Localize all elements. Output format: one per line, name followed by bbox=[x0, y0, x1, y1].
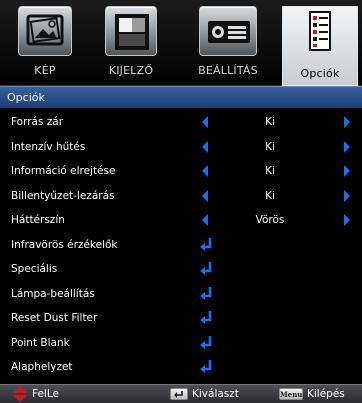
menu-key-icon: Menu bbox=[279, 388, 303, 400]
hint-select-label: Kiválaszt bbox=[192, 388, 239, 400]
option-row-reset-dust-filter[interactable]: Reset Dust Filter bbox=[0, 306, 362, 331]
option-row-alaphelyzet[interactable]: Alaphelyzet bbox=[0, 355, 362, 380]
arrow-left-icon[interactable] bbox=[200, 184, 210, 208]
option-label: Lámpa-beállítás bbox=[11, 287, 95, 300]
tab-beallitas[interactable]: BEÁLLÍTÁS bbox=[186, 6, 270, 82]
tab-kijelzo[interactable]: KIJELZŐ bbox=[94, 6, 168, 82]
option-value: Ki bbox=[265, 116, 275, 128]
tab-icon-frame bbox=[294, 6, 346, 56]
option-label: Point Blank bbox=[11, 336, 70, 349]
enter-icon[interactable] bbox=[198, 257, 214, 281]
option-value: Ki bbox=[265, 165, 275, 177]
arrow-right-icon[interactable] bbox=[342, 110, 352, 134]
option-row-hatterszin[interactable]: Háttérszín Vörös bbox=[0, 208, 362, 233]
arrow-right-icon[interactable] bbox=[342, 208, 352, 232]
tab-icon-frame bbox=[18, 6, 72, 56]
hint-updown: FelLe bbox=[4, 385, 84, 403]
option-row-point-blank[interactable]: Point Blank bbox=[0, 331, 362, 356]
option-row-lampa-beallitas[interactable]: Lámpa-beállítás bbox=[0, 282, 362, 307]
hint-updown-label: FelLe bbox=[32, 388, 59, 400]
option-label: Infravörös érzékelők bbox=[11, 238, 118, 251]
arrow-right-icon[interactable] bbox=[342, 184, 352, 208]
option-value: Ki bbox=[265, 140, 275, 153]
arrow-left-icon[interactable] bbox=[200, 110, 210, 134]
enter-icon[interactable] bbox=[198, 331, 214, 355]
option-label: Forrás zár bbox=[11, 116, 64, 128]
tab-icon-frame bbox=[105, 6, 157, 56]
tab-icon-frame bbox=[199, 6, 257, 56]
tab-label: KIJELZŐ bbox=[108, 64, 154, 77]
option-row-forras-zar[interactable]: Forrás zár Ki bbox=[0, 110, 362, 135]
arrow-left-icon[interactable] bbox=[200, 208, 210, 232]
tab-label: KÉP bbox=[34, 64, 56, 77]
option-label: Billentyűzet-lezárás bbox=[11, 189, 115, 202]
option-label: Alaphelyzet bbox=[11, 361, 73, 373]
option-value: Ki bbox=[265, 189, 275, 202]
menu-key-label: Menu bbox=[280, 390, 303, 399]
option-row-intenziv-hutes[interactable]: Intenzív hűtés Ki bbox=[0, 135, 362, 160]
option-row-informacio-elrejtese[interactable]: Információ elrejtése Ki bbox=[0, 159, 362, 184]
options-list-icon bbox=[309, 11, 331, 51]
enter-icon[interactable] bbox=[198, 355, 214, 379]
option-label: Háttérszín bbox=[11, 214, 65, 226]
tab-opciok[interactable]: Opciók bbox=[282, 6, 358, 86]
option-row-billentyuzet-lezaras[interactable]: Billentyűzet-lezárás Ki bbox=[0, 184, 362, 209]
up-down-arrows-icon bbox=[13, 386, 27, 402]
arrow-right-icon[interactable] bbox=[342, 135, 352, 159]
display-icon bbox=[115, 14, 149, 50]
bottom-help-bar: FelLe Kiválaszt Menu Kilépés bbox=[0, 384, 362, 403]
option-label: Információ elrejtése bbox=[11, 165, 116, 177]
hint-exit: Menu Kilépés bbox=[279, 385, 359, 403]
hint-exit-label: Kilépés bbox=[307, 388, 345, 400]
option-value: Vörös bbox=[255, 214, 285, 226]
menu-tab-bar: KÉP KIJELZŐ BEÁLLÍTÁS Opciók bbox=[0, 0, 362, 86]
tab-kep[interactable]: KÉP bbox=[8, 6, 82, 82]
enter-icon[interactable] bbox=[198, 306, 214, 330]
hint-select: Kiválaszt bbox=[170, 385, 270, 403]
arrow-right-icon[interactable] bbox=[342, 159, 352, 183]
enter-key-icon bbox=[170, 388, 188, 400]
option-label: Reset Dust Filter bbox=[11, 312, 98, 324]
option-row-specialis[interactable]: Speciális bbox=[0, 257, 362, 282]
option-label: Speciális bbox=[11, 263, 58, 275]
arrow-left-icon[interactable] bbox=[200, 135, 210, 159]
tab-label: Opciók bbox=[300, 67, 340, 80]
enter-icon[interactable] bbox=[198, 282, 214, 306]
option-label: Intenzív hűtés bbox=[11, 140, 86, 153]
projector-icon bbox=[208, 21, 250, 43]
option-row-infravoros-erzekelok[interactable]: Infravörös érzékelők bbox=[0, 233, 362, 258]
arrow-left-icon[interactable] bbox=[200, 159, 210, 183]
enter-icon[interactable] bbox=[198, 233, 214, 257]
options-list: Forrás zár Ki Intenzív hűtés Ki Informác… bbox=[0, 110, 362, 380]
section-title: Opciók bbox=[0, 86, 362, 108]
picture-icon bbox=[26, 14, 64, 46]
tab-label: BEÁLLÍTÁS bbox=[198, 64, 258, 77]
